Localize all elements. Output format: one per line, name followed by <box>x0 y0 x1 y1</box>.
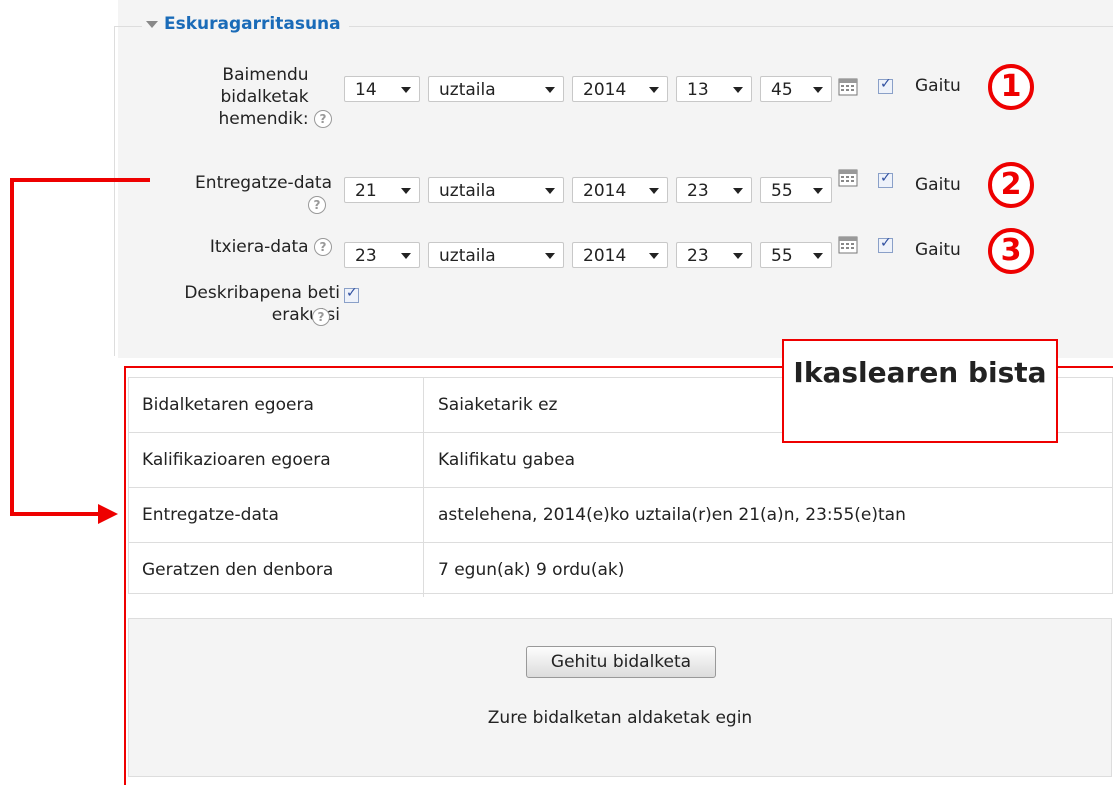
student-view-callout: Ikaslearen bista <box>782 339 1058 443</box>
table-key: Bidalketaren egoera <box>128 378 424 432</box>
table-key: Entregatze-data <box>128 488 424 542</box>
add-submission-button[interactable]: Gehitu bidalketa <box>526 646 716 678</box>
submission-hint-text: Zure bidalketan aldaketak egin <box>487 708 753 728</box>
table-value: astelehena, 2014(e)ko uztaila(r)en 21(a)… <box>438 505 906 525</box>
table-border <box>128 593 1113 594</box>
table-value: 7 egun(ak) 9 ordu(ak) <box>438 560 625 580</box>
table-value: Kalifikatu gabea <box>438 450 576 470</box>
table-key: Kalifikazioaren egoera <box>128 433 424 487</box>
table-row: Entregatze-data astelehena, 2014(e)ko uz… <box>128 487 1113 542</box>
table-key: Geratzen den denbora <box>128 543 424 597</box>
student-view-frame-left <box>124 366 126 785</box>
submission-action-panel <box>128 618 1112 777</box>
table-border <box>128 377 129 593</box>
table-row: Geratzen den denbora 7 egun(ak) 9 ordu(a… <box>128 542 1113 597</box>
table-value: Saiaketarik ez <box>438 395 558 415</box>
